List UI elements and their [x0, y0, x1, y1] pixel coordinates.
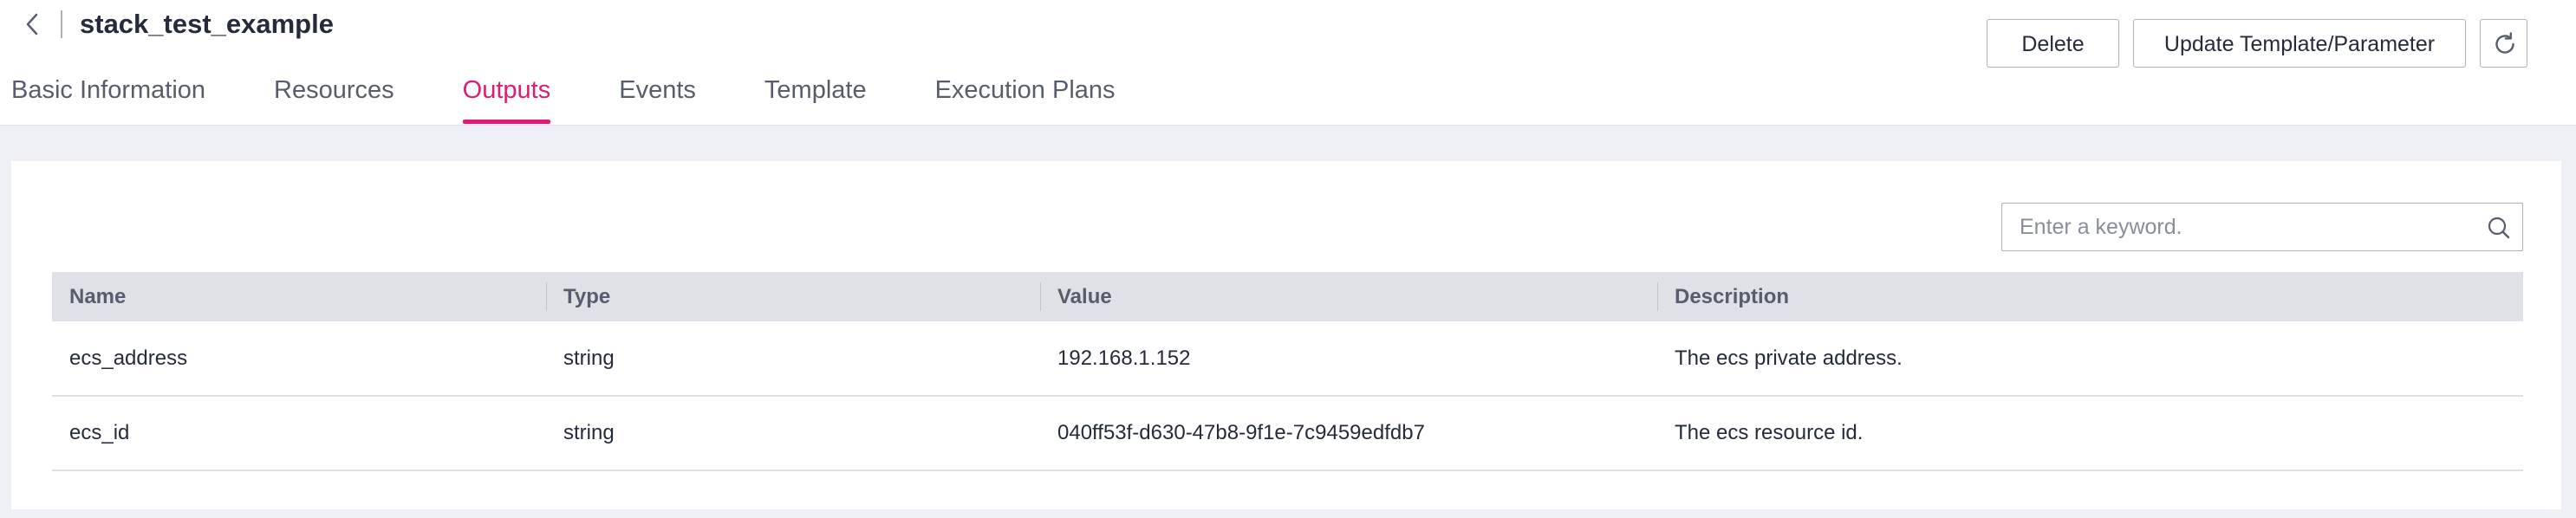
column-header-name: Name	[52, 272, 546, 321]
cell-description: The ecs resource id.	[1657, 396, 2523, 471]
update-template-parameter-button[interactable]: Update Template/Parameter	[2133, 19, 2466, 68]
refresh-icon	[2495, 32, 2514, 54]
title-divider	[61, 10, 62, 38]
tab-template[interactable]: Template	[764, 68, 867, 126]
tab-execution-plans[interactable]: Execution Plans	[935, 68, 1116, 126]
cell-name: ecs_address	[52, 321, 546, 397]
search-input[interactable]	[2002, 204, 2470, 250]
outputs-panel: Name Type Value Description ecs_address …	[11, 161, 2561, 509]
tab-resources[interactable]: Resources	[274, 68, 394, 126]
search-box[interactable]	[2001, 203, 2523, 251]
cell-type: string	[546, 396, 1040, 471]
outputs-table: Name Type Value Description ecs_address …	[52, 272, 2523, 471]
column-header-description: Description	[1657, 272, 2523, 321]
chevron-left-icon	[26, 13, 38, 36]
cell-value: 040ff53f-d630-47b8-9f1e-7c9459edfdb7	[1040, 396, 1657, 471]
tab-bar: Basic Information Resources Outputs Even…	[0, 68, 1173, 126]
column-header-type: Type	[546, 272, 1040, 321]
cell-description: The ecs private address.	[1657, 321, 2523, 397]
back-button[interactable]	[23, 9, 43, 40]
cell-type: string	[546, 321, 1040, 397]
search-icon[interactable]	[2486, 215, 2512, 241]
page-header: stack_test_example Basic Information Res…	[0, 0, 2576, 126]
column-header-value: Value	[1040, 272, 1657, 321]
page-title: stack_test_example	[80, 9, 334, 39]
tab-outputs[interactable]: Outputs	[462, 68, 550, 126]
delete-button[interactable]: Delete	[1987, 19, 2119, 68]
table-row: ecs_id string 040ff53f-d630-47b8-9f1e-7c…	[52, 396, 2523, 471]
tab-basic-information[interactable]: Basic Information	[11, 68, 205, 126]
cell-value: 192.168.1.152	[1040, 321, 1657, 397]
refresh-button[interactable]	[2480, 19, 2527, 68]
tab-events[interactable]: Events	[619, 68, 696, 126]
cell-name: ecs_id	[52, 396, 546, 471]
table-header-row: Name Type Value Description	[52, 272, 2523, 321]
table-row: ecs_address string 192.168.1.152 The ecs…	[52, 321, 2523, 397]
